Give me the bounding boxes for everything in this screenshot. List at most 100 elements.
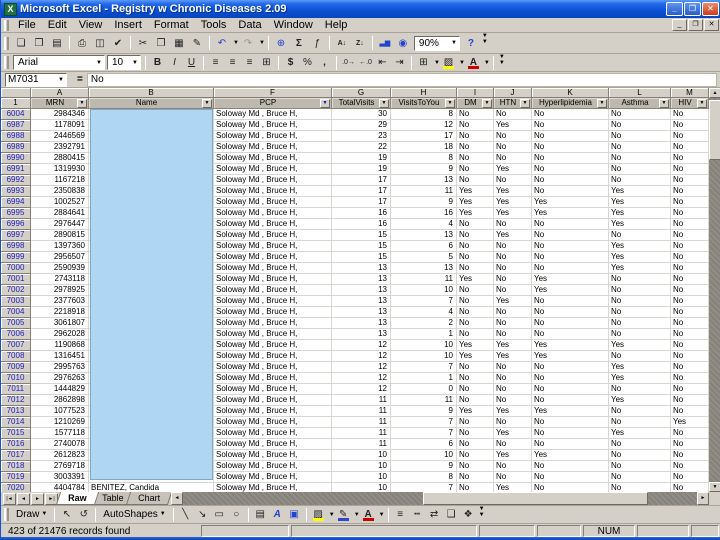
cell-dm[interactable]: No xyxy=(457,285,494,296)
cell-mrn[interactable]: 2976447 xyxy=(31,219,89,230)
cell-hyperlipidemia[interactable]: No xyxy=(532,395,609,406)
filter-dropdown-hiv[interactable]: ▼ xyxy=(697,99,707,108)
increase-indent-button[interactable]: ⇥ xyxy=(391,55,408,70)
menu-view[interactable]: View xyxy=(73,18,109,32)
cell-visits-to-you[interactable]: 12 xyxy=(391,120,457,131)
cell-hyperlipidemia[interactable]: No xyxy=(532,175,609,186)
word-art-button[interactable]: A xyxy=(269,507,286,522)
cell-hiv[interactable]: No xyxy=(671,472,709,483)
cell-dm[interactable]: No xyxy=(457,252,494,263)
toolbar-options-chevron[interactable]: ▼ ▼ xyxy=(477,506,487,518)
cell-hiv[interactable]: No xyxy=(671,120,709,131)
cell-asthma[interactable]: Yes xyxy=(609,395,671,406)
cell-hiv[interactable]: No xyxy=(671,318,709,329)
cell-hyperlipidemia[interactable]: Yes xyxy=(532,351,609,362)
cell-mrn[interactable]: 1316451 xyxy=(31,351,89,362)
cell-asthma[interactable]: No xyxy=(609,120,671,131)
column-letter-B[interactable]: B xyxy=(89,88,214,98)
cell-hyperlipidemia[interactable]: No xyxy=(532,296,609,307)
cell-total-visits[interactable]: 13 xyxy=(332,263,391,274)
row-header-6998[interactable]: 6998 xyxy=(1,241,31,252)
cell-hyperlipidemia[interactable]: Yes xyxy=(532,208,609,219)
cell-mrn[interactable]: 3061807 xyxy=(31,318,89,329)
workbook-close-button[interactable]: ✕ xyxy=(704,19,719,31)
arrow-style-button[interactable]: ⇄ xyxy=(426,507,443,522)
font-color-button[interactable]: A xyxy=(465,55,482,70)
cell-pcp[interactable]: Soloway Md , Bruce H, xyxy=(214,406,332,417)
horizontal-scroll-thumb[interactable] xyxy=(423,492,648,505)
cell-htn[interactable]: Yes xyxy=(494,351,532,362)
autoshapes-menu-button[interactable]: AutoShapes ▼ xyxy=(99,507,169,522)
cell-asthma[interactable]: No xyxy=(609,307,671,318)
cell-htn[interactable]: No xyxy=(494,109,532,120)
cell-hiv[interactable]: Yes xyxy=(671,417,709,428)
column-letter-H[interactable]: H xyxy=(391,88,457,98)
cell-total-visits[interactable]: 10 xyxy=(332,461,391,472)
paste-button[interactable]: ▦ xyxy=(170,35,188,52)
autosum-button[interactable]: Σ xyxy=(290,35,308,52)
cell-hiv[interactable]: No xyxy=(671,274,709,285)
row-header-7012[interactable]: 7012 xyxy=(1,395,31,406)
cell-hiv[interactable]: No xyxy=(671,395,709,406)
cell-pcp[interactable]: Soloway Md , Bruce H, xyxy=(214,307,332,318)
menu-grip[interactable] xyxy=(4,19,9,31)
row-header-6996[interactable]: 6996 xyxy=(1,219,31,230)
cell-mrn[interactable]: 2743118 xyxy=(31,274,89,285)
column-letter-F[interactable]: F xyxy=(214,88,332,98)
menu-window[interactable]: Window xyxy=(268,18,319,32)
cell-total-visits[interactable]: 10 xyxy=(332,450,391,461)
column-letter-I[interactable]: I xyxy=(457,88,494,98)
cell-hiv[interactable]: No xyxy=(671,252,709,263)
cell-htn[interactable]: No xyxy=(494,219,532,230)
cell-htn[interactable]: No xyxy=(494,252,532,263)
cell-hyperlipidemia[interactable]: No xyxy=(532,461,609,472)
cell-asthma[interactable]: Yes xyxy=(609,263,671,274)
save-button[interactable]: ▤ xyxy=(48,35,66,52)
chevron-down-icon[interactable]: ▼ xyxy=(259,40,265,46)
cell-htn[interactable]: No xyxy=(494,318,532,329)
cell-total-visits[interactable]: 19 xyxy=(332,164,391,175)
row-header-7008[interactable]: 7008 xyxy=(1,351,31,362)
cell-total-visits[interactable]: 19 xyxy=(332,153,391,164)
cell-dm[interactable]: No xyxy=(457,153,494,164)
scroll-right-button[interactable]: ► xyxy=(697,492,709,505)
table-header-totalvisits[interactable]: TotalVisits ▼ xyxy=(332,98,391,109)
cell-hiv[interactable]: No xyxy=(671,142,709,153)
cell-visits-to-you[interactable]: 4 xyxy=(391,307,457,318)
cell-hiv[interactable]: No xyxy=(671,175,709,186)
row-header-7007[interactable]: 7007 xyxy=(1,340,31,351)
toolbar-options-chevron[interactable]: ▼ ▼ xyxy=(480,33,490,45)
cell-visits-to-you[interactable]: 10 xyxy=(391,285,457,296)
cell-hiv[interactable]: No xyxy=(671,329,709,340)
cell-visits-to-you[interactable]: 1 xyxy=(391,329,457,340)
cell-asthma[interactable]: No xyxy=(609,142,671,153)
cell-dm[interactable]: No xyxy=(457,472,494,483)
cell-htn[interactable]: Yes xyxy=(494,208,532,219)
cell-mrn[interactable]: 2995763 xyxy=(31,362,89,373)
table-header-visitstoyou[interactable]: VisitsToYou ▼ xyxy=(391,98,457,109)
row-header-6992[interactable]: 6992 xyxy=(1,175,31,186)
cell-pcp[interactable]: Soloway Md , Bruce H, xyxy=(214,208,332,219)
cell-dm[interactable]: No xyxy=(457,307,494,318)
cell-dm[interactable]: No xyxy=(457,373,494,384)
scroll-up-button[interactable]: ▲ xyxy=(709,88,720,98)
cell-hiv[interactable]: No xyxy=(671,439,709,450)
cell-htn[interactable]: No xyxy=(494,384,532,395)
text-box-button[interactable]: ▤ xyxy=(252,507,269,522)
cell-visits-to-you[interactable]: 10 xyxy=(391,450,457,461)
cell-asthma[interactable]: Yes xyxy=(609,219,671,230)
currency-button[interactable]: $ xyxy=(282,55,299,70)
cell-total-visits[interactable]: 17 xyxy=(332,186,391,197)
cell-mrn[interactable]: 2740078 xyxy=(31,439,89,450)
cell-htn[interactable]: No xyxy=(494,285,532,296)
cell-visits-to-you[interactable]: 8 xyxy=(391,153,457,164)
cell-total-visits[interactable]: 11 xyxy=(332,428,391,439)
cell-visits-to-you[interactable]: 8 xyxy=(391,472,457,483)
table-header-asthma[interactable]: Asthma ▼ xyxy=(609,98,671,109)
cell-visits-to-you[interactable]: 2 xyxy=(391,318,457,329)
cell-asthma[interactable]: No xyxy=(609,274,671,285)
restore-button[interactable]: ❐ xyxy=(684,2,701,16)
column-letter-A[interactable]: A xyxy=(31,88,89,98)
cut-button[interactable]: ✂ xyxy=(134,35,152,52)
horizontal-scrollbar[interactable]: ◄ ► xyxy=(171,492,709,505)
